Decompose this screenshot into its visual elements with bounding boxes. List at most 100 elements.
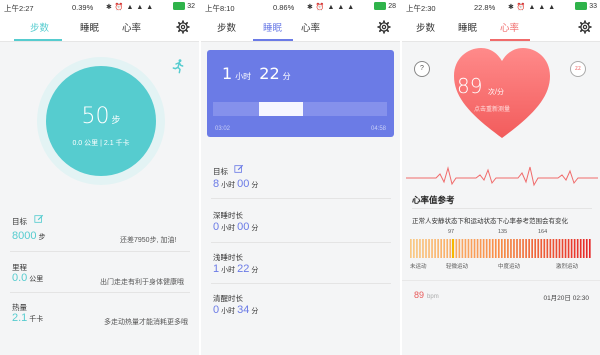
scale-bar [513,239,515,258]
scale-bar [467,239,470,258]
scale-bar [525,239,527,258]
tab-steps[interactable]: 步数 [30,20,49,34]
divider [211,198,391,199]
sleep-mode-button[interactable]: zz [570,61,586,77]
status-time: 上午8:10 [205,4,235,13]
scale-bar [464,239,467,258]
scale-bar [440,239,442,258]
tab-bar: 步数 睡眠 心率 [0,14,199,42]
reference-description: 正常人安静状态下和运动状态下心率参考范围会有变化 [412,218,568,225]
scale-tick: 97 [448,229,455,235]
scale-bar [425,239,427,258]
running-icon[interactable] [170,58,186,74]
gear-icon[interactable] [377,20,391,34]
scale-bar [582,239,585,258]
scale-bar [491,239,494,258]
active-tab-indicator [14,39,62,41]
scale-bar [443,239,446,258]
tab-sleep[interactable]: 睡眠 [458,20,477,34]
scale-bar [555,239,558,258]
scale-bar [461,239,464,258]
gear-icon[interactable] [578,20,592,34]
reference-title: 心率值参考 [412,195,455,205]
edit-icon[interactable] [34,214,44,224]
ekg-line [406,166,598,187]
divider [211,242,391,243]
divider [10,251,190,252]
scale-bar [558,239,561,258]
sleep-start-time: 03:02 [215,126,231,132]
tab-steps[interactable]: 步数 [416,20,435,34]
scale-bar [476,239,479,258]
battery-icon [575,2,588,10]
zone-label: 激烈运动 [556,264,579,270]
tab-sleep[interactable]: 睡眠 [80,20,99,34]
battery-icon [374,2,387,10]
status-speed: 0.86% [273,3,295,12]
scale-bar [485,239,488,258]
awake-value: 0 小时 34 分 [213,304,259,316]
sleep-segment [259,102,303,116]
help-button[interactable]: ? [414,61,430,77]
steps-count: 50 步 [81,104,121,129]
scale-bar [419,239,421,258]
light-sleep-label: 浅睡时长 [213,253,243,262]
scale-bar [510,239,512,258]
scale-bar [473,239,476,258]
status-bar: 上午8:10 0.86% ✱ ⏰ ▲ ▲ ▲ 28 [201,0,400,14]
battery-indicator: 33 [575,2,597,10]
sleep-summary-card[interactable]: 1 小时 22 分 03:02 04:58 [207,50,394,137]
awake-label: 清醒时长 [213,294,243,303]
status-icons: ✱ ⏰ ▲ ▲ ▲ [508,4,556,11]
tab-heart-rate[interactable]: 心率 [122,20,141,34]
record-value[interactable]: 89 bpm [414,290,439,300]
tab-sleep[interactable]: 睡眠 [263,20,282,34]
steps-ring: 50 步 0.0 公里 | 2.1 千卡 [37,57,165,185]
tab-heart-rate[interactable]: 心率 [500,20,519,34]
scale-bar [410,239,412,258]
scale-tick: 164 [538,229,548,235]
status-time: 上午2:27 [4,4,34,13]
deep-sleep-value: 0 小时 00 分 [213,221,259,233]
deep-sleep-label: 深睡时长 [213,211,243,220]
sleep-timeline-bar [213,102,387,116]
heart-rate-scale [410,239,591,258]
tab-bar: 步数 睡眠 心率 [201,14,400,42]
distance-value: 0.0 公里 [12,272,44,284]
scale-bar [516,239,518,258]
battery-icon [173,2,186,10]
scale-bar [437,239,439,258]
scale-bar [567,239,570,258]
status-bar: 上午2:27 0.39% ✱ ⏰ ▲ ▲ ▲ 32 [0,0,199,14]
gear-icon[interactable] [176,20,190,34]
scale-bar [585,239,588,258]
status-bar: 上午2:30 22.8% ✱ ⏰ ▲ ▲ ▲ 33 [402,0,600,14]
status-icons: ✱ ⏰ ▲ ▲ ▲ [106,4,154,11]
divider [402,280,600,281]
scale-bar [497,239,500,258]
scale-bar [546,239,549,258]
scale-bar [449,239,452,258]
sleep-duration: 1 小时 22 分 [222,64,291,83]
status-speed: 22.8% [474,3,496,12]
active-tab-indicator [490,39,530,41]
scale-bar [570,239,573,258]
scale-bar [528,239,530,258]
remeasure-hint[interactable]: 点击重新测量 [474,104,510,113]
scale-bar [522,239,524,258]
scale-bar [446,239,449,258]
divider [10,292,190,293]
goal-value: 8000 步 [12,230,46,242]
scale-bar [579,239,582,258]
tab-heart-rate[interactable]: 心率 [301,20,320,34]
status-icons: ✱ ⏰ ▲ ▲ ▲ [307,4,355,11]
status-speed: 0.39% [72,3,94,12]
scale-bar [455,239,458,258]
scale-bar [543,239,546,258]
scale-bar [519,239,521,258]
edit-icon[interactable] [234,164,244,174]
scale-bar [422,239,424,258]
tab-steps[interactable]: 步数 [217,20,236,34]
heart-rate-unit: 次/分 [488,89,504,96]
steps-circle: 50 步 0.0 公里 | 2.1 千卡 [46,66,156,176]
